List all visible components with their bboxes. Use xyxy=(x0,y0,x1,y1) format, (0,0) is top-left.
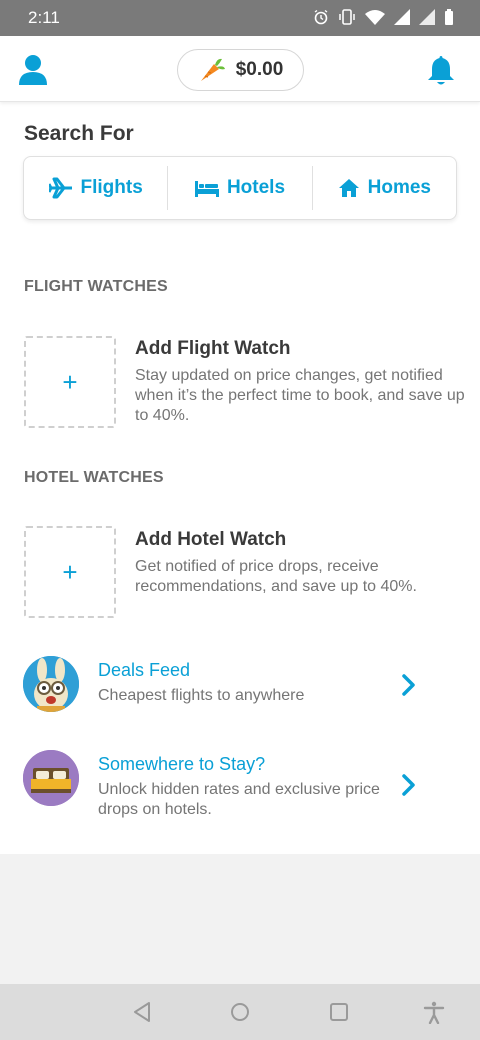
flight-watch-info[interactable]: Add Flight Watch Stay updated on price c… xyxy=(135,338,465,426)
user-icon xyxy=(19,55,47,85)
system-nav-bar xyxy=(0,984,480,1040)
tab-homes-label: Homes xyxy=(367,177,431,198)
search-type-selector: Flights Hotels Homes xyxy=(23,156,457,220)
deals-feed-row[interactable]: Deals Feed Cheapest flights to anywhere xyxy=(0,650,480,722)
wallet-amount: $0.00 xyxy=(235,59,284,80)
signal-icon xyxy=(394,9,410,25)
bed-icon xyxy=(23,750,79,806)
tab-hotels[interactable]: Hotels xyxy=(168,157,311,219)
hotel-watch-info[interactable]: Add Hotel Watch Get notified of price dr… xyxy=(135,529,465,597)
vibrate-icon xyxy=(339,9,355,25)
somewhere-to-stay-row[interactable]: Somewhere to Stay? Unlock hidden rates a… xyxy=(0,744,480,824)
somewhere-to-stay-text: Somewhere to Stay? Unlock hidden rates a… xyxy=(98,754,388,820)
status-time: 2:11 xyxy=(28,8,60,27)
hotel-watches-heading: HOTEL WATCHES xyxy=(24,469,164,486)
bed-icon xyxy=(194,181,219,197)
search-for-title: Search For xyxy=(24,122,134,145)
airplane-icon xyxy=(48,177,72,199)
battery-icon xyxy=(445,9,453,25)
top-header: $0.00 xyxy=(0,36,480,102)
back-icon[interactable] xyxy=(130,1000,154,1024)
profile-button[interactable] xyxy=(18,54,48,86)
home-icon[interactable] xyxy=(228,1000,252,1024)
add-flight-watch-title: Add Flight Watch xyxy=(135,338,291,359)
tab-homes[interactable]: Homes xyxy=(313,157,456,219)
notifications-button[interactable] xyxy=(426,54,456,86)
tab-flights-label: Flights xyxy=(80,177,143,198)
add-hotel-watch-title: Add Hotel Watch xyxy=(135,529,287,550)
chevron-right-icon[interactable] xyxy=(398,772,420,798)
alarm-icon xyxy=(314,9,328,25)
bunny-mascot-icon xyxy=(23,656,79,712)
chevron-right-icon[interactable] xyxy=(398,672,420,698)
add-hotel-watch-button[interactable]: + xyxy=(24,526,116,618)
add-flight-watch-button[interactable]: + xyxy=(24,336,116,428)
add-flight-watch-description: Stay updated on price changes, get notif… xyxy=(135,367,465,424)
bell-icon xyxy=(428,56,454,85)
add-hotel-watch-description: Get notified of price drops, receive rec… xyxy=(135,558,417,595)
tab-hotels-label: Hotels xyxy=(226,177,286,198)
somewhere-to-stay-description: Unlock hidden rates and exclusive price … xyxy=(98,781,380,818)
deals-feed-description: Cheapest flights to anywhere xyxy=(98,687,305,704)
deals-feed-title: Deals Feed xyxy=(98,660,191,680)
flight-watches-heading: FLIGHT WATCHES xyxy=(24,278,168,295)
deals-feed-text: Deals Feed Cheapest flights to anywhere xyxy=(98,660,388,706)
accessibility-icon[interactable] xyxy=(422,1000,446,1024)
app-screen: $0.00 Search For Flights Hotels Homes FL… xyxy=(0,36,480,854)
somewhere-to-stay-title: Somewhere to Stay? xyxy=(98,754,266,774)
tab-flights[interactable]: Flights xyxy=(24,157,167,219)
wifi-icon xyxy=(365,10,385,25)
house-icon xyxy=(338,179,359,197)
carrot-icon xyxy=(200,58,225,81)
signal-icon xyxy=(419,9,435,25)
recents-icon[interactable] xyxy=(327,1000,351,1024)
status-icons xyxy=(313,9,454,25)
wallet-balance-button[interactable]: $0.00 xyxy=(177,49,304,91)
status-bar: 2:11 xyxy=(0,0,480,36)
